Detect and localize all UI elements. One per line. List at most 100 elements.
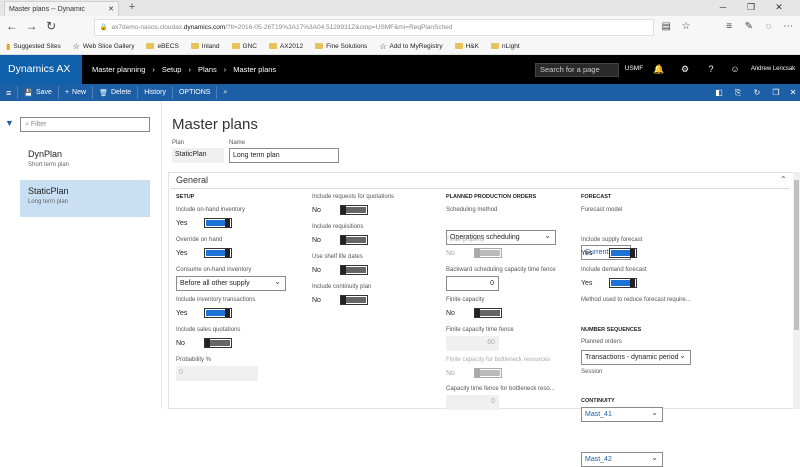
filter-input[interactable]: ⌕ Filter: [20, 117, 150, 132]
consume-select[interactable]: Before all other supply: [176, 275, 286, 291]
back-icon[interactable]: ←: [4, 19, 20, 35]
onhand-toggle[interactable]: Yes: [176, 218, 232, 228]
fav-inland[interactable]: Inland: [190, 43, 220, 50]
gear-icon[interactable]: ⚙: [678, 61, 692, 77]
crumb-master-plans[interactable]: Master plans: [233, 65, 276, 74]
plan-field: StaticPlan: [172, 148, 224, 163]
company-picker[interactable]: USMF: [622, 61, 646, 77]
trans-toggle[interactable]: Yes: [176, 308, 232, 318]
demand-forecast-toggle[interactable]: Yes: [581, 278, 637, 288]
trash-icon: 🗑: [99, 89, 108, 97]
rfq-toggle[interactable]: No: [312, 205, 368, 215]
help-icon[interactable]: ?: [704, 61, 718, 77]
popout-icon[interactable]: ❐: [769, 85, 783, 100]
planned-orders-label: Planned orders: [581, 339, 622, 345]
list-item-selected[interactable]: StaticPlan Long term plan: [20, 180, 150, 217]
onhand-label: Include on-hand inventory: [176, 207, 246, 213]
crumb-plans[interactable]: Plans: [198, 65, 217, 74]
new-tab-icon[interactable]: +: [125, 1, 139, 15]
reading-view-icon[interactable]: ▤: [658, 19, 674, 35]
maximize-icon[interactable]: ❐: [740, 0, 762, 16]
crumb-master-planning[interactable]: Master planning: [92, 65, 145, 74]
fav-ax2012[interactable]: AX2012: [268, 43, 303, 50]
reduce-method-select[interactable]: Transactions - dynamic period: [581, 349, 691, 365]
hub-icon[interactable]: ≡: [721, 19, 737, 35]
close-tab-icon[interactable]: ✕: [108, 5, 114, 13]
fav-nlight[interactable]: nLight: [490, 43, 520, 50]
shelf-life-toggle[interactable]: No: [312, 265, 368, 275]
refresh-icon[interactable]: ↻: [43, 19, 59, 35]
notification-bell-icon[interactable]: 🔔: [652, 61, 666, 77]
bottleneck-fence-label: Capacity time fence for bottleneck reso.…: [446, 386, 555, 392]
close-icon[interactable]: ✕: [786, 85, 800, 100]
more-icon[interactable]: ⋯: [780, 19, 796, 35]
scrollbar-thumb[interactable]: [794, 180, 799, 330]
quotations-toggle[interactable]: No: [176, 338, 232, 348]
favorite-star-icon[interactable]: ☆: [678, 19, 694, 35]
share-icon[interactable]: ◌: [761, 19, 777, 35]
page-search-input[interactable]: Search for a page: [535, 63, 619, 77]
supply-forecast-toggle[interactable]: Yes: [581, 248, 637, 258]
new-button[interactable]: + New: [59, 86, 94, 99]
bottleneck-toggle: No: [446, 368, 502, 378]
brand-title[interactable]: Dynamics AX: [0, 55, 82, 84]
delete-button[interactable]: 🗑 Delete: [93, 86, 139, 99]
continuity-plan-toggle[interactable]: No: [312, 295, 368, 305]
fav-suggested-sites[interactable]: ▮ Suggested Sites: [6, 42, 61, 51]
crumb-separator: ›: [188, 65, 191, 74]
browser-tab[interactable]: Master plans -- Dynamic ✕: [4, 1, 119, 16]
fav-gnc[interactable]: GNC: [231, 43, 257, 50]
filter-icon[interactable]: ▼: [5, 118, 14, 128]
backward-fence-label: Backward scheduling capacity time fence: [446, 267, 556, 273]
fav-ebecs[interactable]: eBECS: [146, 43, 179, 50]
folder-icon: [231, 43, 240, 49]
planned-orders-select[interactable]: Mast_41: [581, 406, 663, 422]
forecast-model-label: Forecast model: [581, 207, 623, 213]
crumb-setup[interactable]: Setup: [162, 65, 182, 74]
suggested-sites-icon: ▮: [6, 41, 11, 51]
forward-icon[interactable]: →: [24, 19, 40, 35]
override-toggle[interactable]: Yes: [176, 248, 232, 258]
requisitions-toggle[interactable]: No: [312, 235, 368, 245]
lock-icon: 🔒: [99, 24, 108, 31]
user-name[interactable]: Andrew Lencsak: [748, 61, 798, 77]
session-select[interactable]: Mast_42: [581, 451, 663, 467]
refresh-icon[interactable]: ↻: [750, 85, 764, 100]
smiley-icon[interactable]: ☺: [728, 61, 742, 77]
star-icon: ☆: [379, 41, 387, 51]
hamburger-menu-icon[interactable]: ≡: [0, 86, 19, 99]
close-window-icon[interactable]: ✕: [768, 0, 790, 16]
fav-add-to-myregistry[interactable]: ☆ Add to MyRegistry: [379, 42, 442, 51]
fav-web-slice-gallery[interactable]: ☆ Web Slice Gallery: [73, 42, 135, 51]
attach-icon[interactable]: ⎘: [731, 85, 745, 100]
address-bar: ← → ↻ 🔒 ax7demo-nasos.cloudax. dynamics.c…: [0, 16, 800, 38]
list-item[interactable]: DynPlan Short term plan: [20, 143, 150, 180]
bottleneck-fence-field: 0: [446, 395, 499, 410]
name-label: Name: [229, 140, 246, 146]
url-field[interactable]: 🔒 ax7demo-nasos.cloudax. dynamics.com/?lt…: [94, 18, 655, 36]
name-field[interactable]: Long term plan: [229, 148, 339, 163]
web-note-icon[interactable]: ✎: [741, 19, 757, 35]
section-divider: [170, 188, 790, 189]
search-icon[interactable]: ⌕: [217, 86, 233, 99]
list-item-desc: Long term plan: [28, 199, 69, 205]
fav-hk[interactable]: H&K: [454, 43, 479, 50]
options-button[interactable]: OPTIONS: [173, 86, 218, 99]
url-prefix: ax7demo-nasos.cloudax.: [111, 23, 184, 31]
bottleneck-label: Finite capacity for bottleneck resources: [446, 357, 551, 363]
history-button[interactable]: History: [138, 86, 173, 99]
fav-fine-solutions[interactable]: Fine Solutions: [315, 43, 367, 50]
finite-capacity-toggle[interactable]: No: [446, 308, 502, 318]
number-sequences-header: NUMBER SEQUENCES: [581, 327, 642, 333]
capacity-fence-label: Finite capacity time fence: [446, 327, 514, 333]
backward-fence-field[interactable]: 0: [446, 276, 499, 291]
section-header[interactable]: General: [176, 175, 208, 185]
save-button[interactable]: 💾 Save: [18, 86, 59, 99]
page-title: Master plans: [172, 116, 258, 133]
tab-title: Master plans -- Dynamic: [9, 5, 85, 13]
chevron-up-icon[interactable]: ⌃: [780, 175, 787, 184]
office-icon[interactable]: ◧: [712, 85, 726, 100]
list-item-desc: Short term plan: [28, 162, 70, 168]
minimize-icon[interactable]: ─: [712, 0, 734, 16]
favorites-bar: ▮ Suggested Sites ☆ Web Slice Gallery eBEC…: [0, 38, 800, 55]
